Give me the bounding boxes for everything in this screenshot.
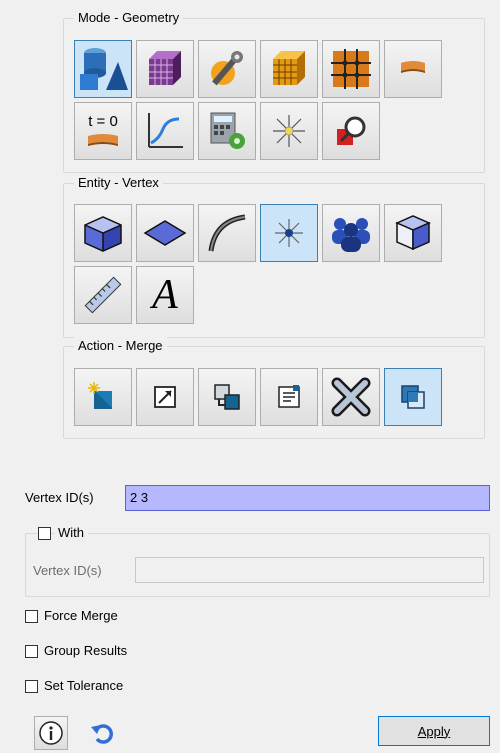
time-zero-label: t = 0 [88, 113, 118, 130]
with-label: With [55, 524, 88, 542]
action-delete-button[interactable] [322, 368, 380, 426]
entity-group-title: Entity - Vertex [74, 174, 163, 192]
mode-boundary-button[interactable] [384, 40, 442, 98]
vertex-icon [275, 219, 303, 247]
action-group-title: Action - Merge [74, 337, 167, 355]
vertex-ids-input[interactable]: 2 3 [125, 485, 490, 511]
entity-curve-button[interactable] [198, 204, 256, 262]
force-merge-checkbox[interactable] [25, 610, 38, 623]
curve-icon [208, 214, 246, 252]
group-people-icon [332, 218, 370, 252]
group-results-label: Group Results [44, 643, 128, 658]
tools-wrench-icon [211, 51, 243, 86]
entity-surface-button[interactable] [136, 204, 194, 262]
reset-button[interactable] [86, 716, 120, 750]
action-modify-button[interactable] [136, 368, 194, 426]
vertex-ids-label: Vertex ID(s) [25, 490, 94, 505]
entity-text-button[interactable]: A [136, 266, 194, 324]
mode-time-zero-button[interactable]: t = 0 [74, 102, 132, 160]
entity-volume-button[interactable] [74, 204, 132, 262]
time-zero-icon: t = 0 [88, 113, 118, 146]
properties-icon [278, 385, 300, 408]
info-button[interactable] [34, 716, 68, 750]
mode-mesh-button[interactable] [136, 40, 194, 98]
set-tolerance-checkbox[interactable] [25, 680, 38, 693]
geometry-primitives-icon [80, 48, 128, 90]
move-copy-icon [214, 384, 240, 410]
info-icon [39, 721, 63, 745]
mode-hex-mesh-button[interactable] [260, 40, 318, 98]
modify-icon [154, 386, 176, 408]
merge-icon [401, 385, 425, 409]
boundary-condition-icon [401, 61, 425, 73]
reset-icon [91, 724, 113, 744]
body-icon [395, 215, 431, 251]
entity-vertex-button[interactable] [260, 204, 318, 262]
entity-body-button[interactable] [384, 204, 442, 262]
measure-ruler-icon [84, 276, 122, 314]
entity-group-people-button[interactable] [322, 204, 380, 262]
sparkle-icon [273, 115, 305, 147]
text-annotation-icon: A [152, 272, 178, 318]
mode-grid-button[interactable] [322, 40, 380, 98]
mode-plot-button[interactable] [136, 102, 194, 160]
calculator-settings-icon [210, 112, 245, 149]
force-merge-label: Force Merge [44, 608, 118, 623]
with-vertex-ids-input[interactable] [135, 557, 484, 583]
mesh-cube-icon [149, 51, 181, 85]
action-properties-button[interactable] [260, 368, 318, 426]
mode-sparkle-button[interactable] [260, 102, 318, 160]
mode-calculator-button[interactable] [198, 102, 256, 160]
volume-icon [84, 216, 122, 252]
delete-icon [331, 377, 371, 417]
apply-button[interactable]: Apply [378, 716, 490, 746]
entity-measure-button[interactable] [74, 266, 132, 324]
mode-zoom-button[interactable] [322, 102, 380, 160]
action-merge-button[interactable] [384, 368, 442, 426]
action-move-copy-button[interactable] [198, 368, 256, 426]
group-results-checkbox[interactable] [25, 645, 38, 658]
with-vertex-ids-label: Vertex ID(s) [33, 563, 102, 578]
plot-graph-icon [148, 113, 183, 148]
with-checkbox[interactable] [38, 527, 51, 540]
create-vertex-icon [88, 382, 112, 409]
action-create-button[interactable] [74, 368, 132, 426]
mode-geometry-button[interactable] [74, 40, 132, 98]
set-tolerance-label: Set Tolerance [44, 678, 124, 693]
mode-group-title: Mode - Geometry [74, 9, 184, 27]
surface-icon [143, 220, 187, 246]
grid-mesh-icon [331, 49, 371, 89]
hex-mesh-cube-icon [273, 51, 305, 85]
apply-label: Apply [417, 723, 451, 739]
mode-tools-button[interactable] [198, 40, 256, 98]
zoom-inspect-icon [337, 116, 366, 145]
